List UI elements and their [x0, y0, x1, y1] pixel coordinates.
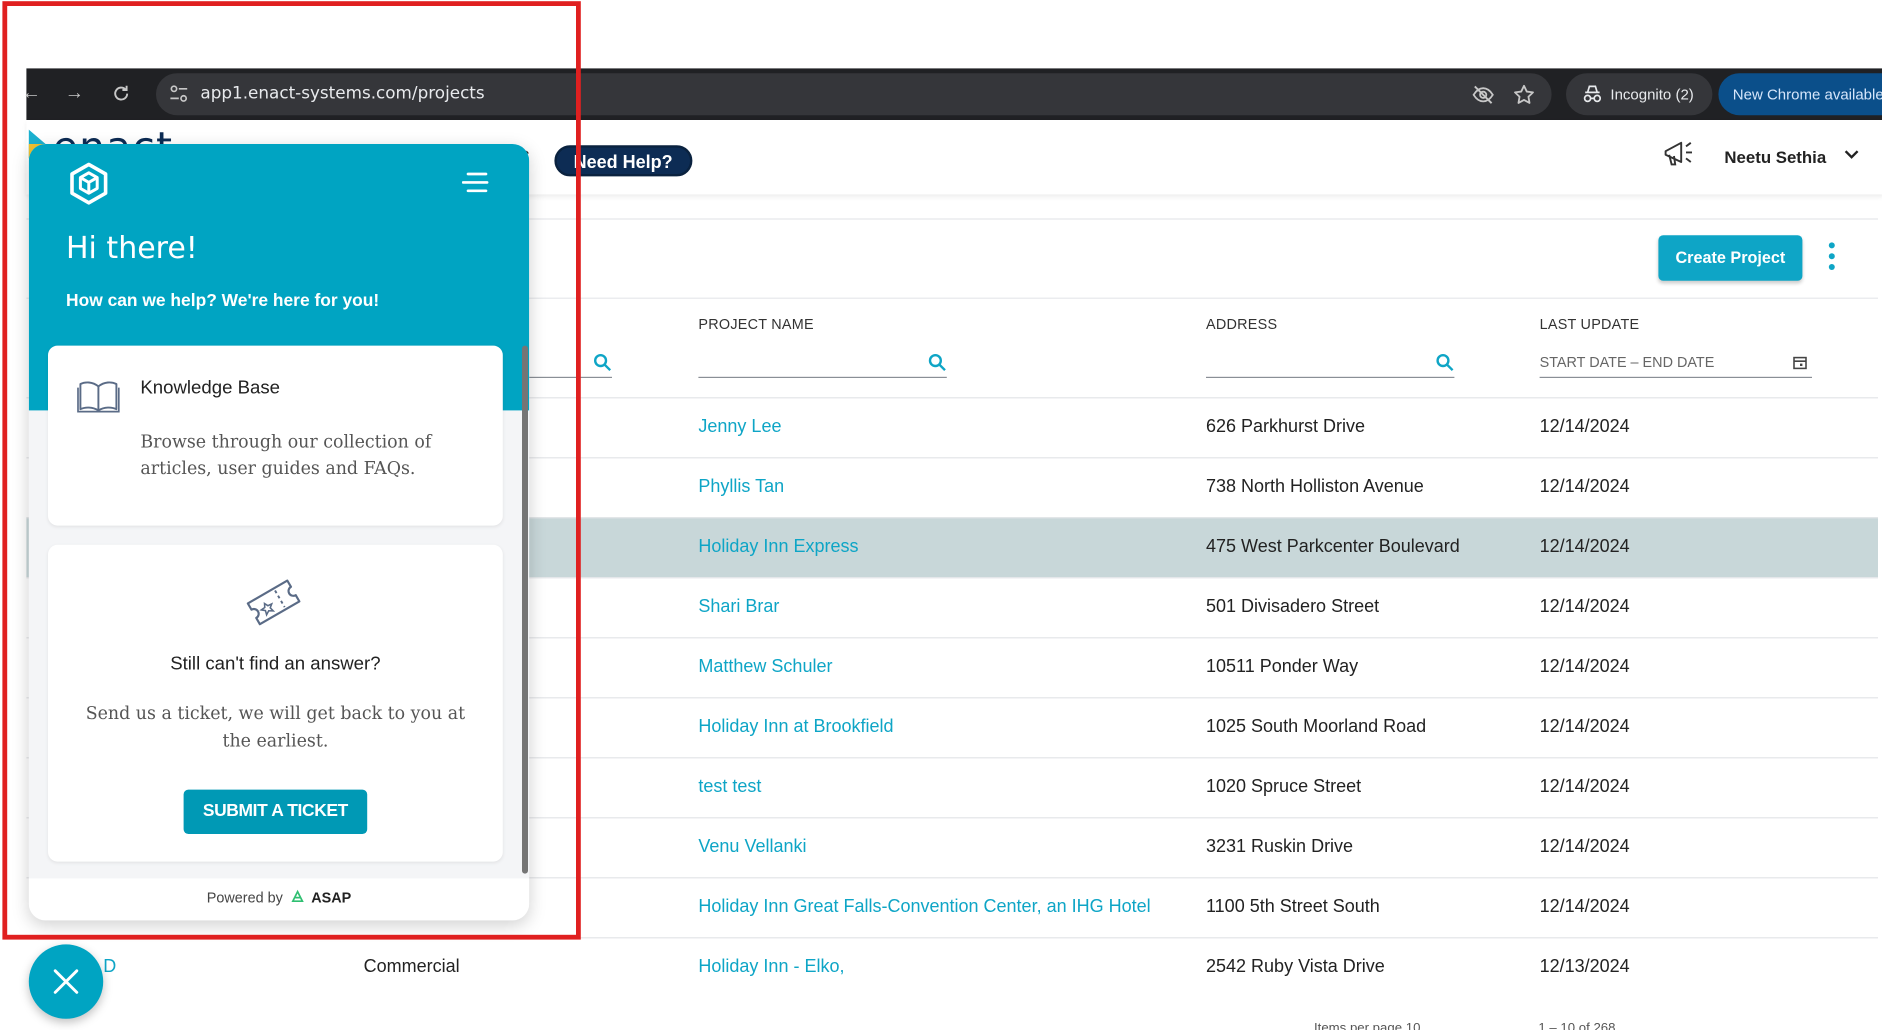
star-icon[interactable] — [1512, 83, 1536, 107]
reload-icon[interactable] — [109, 82, 133, 106]
last-update-cell: 12/14/2024 — [1539, 776, 1630, 797]
address-cell: 1025 South Moorland Road — [1206, 716, 1427, 737]
asap-brand[interactable]: ASAP — [311, 889, 351, 906]
site-settings-icon[interactable] — [168, 83, 190, 105]
last-update-cell: 12/14/2024 — [1539, 596, 1630, 617]
address-cell: 10511 Ponder Way — [1206, 656, 1359, 677]
back-icon[interactable]: ← — [19, 82, 43, 106]
address-bar[interactable]: app1.enact-systems.com/projects — [156, 73, 1552, 116]
book-icon — [77, 381, 120, 413]
project-name-link[interactable]: Holiday Inn Great Falls-Convention Cente… — [698, 896, 1150, 916]
help-widget-close-button[interactable] — [28, 944, 104, 1019]
create-project-button[interactable]: Create Project — [1658, 235, 1803, 281]
knowledge-base-title: Knowledge Base — [140, 378, 281, 399]
project-name-filter-input[interactable] — [698, 353, 947, 378]
project-name-link[interactable]: Venu Vellanki — [698, 836, 806, 856]
last-update-cell: 12/14/2024 — [1539, 416, 1630, 437]
help-subtitle: How can we help? We're here for you! — [66, 291, 380, 311]
calendar-icon[interactable] — [1793, 355, 1807, 370]
address-cell: 2542 Ruby Vista Drive — [1206, 956, 1385, 977]
project-name-link[interactable]: test test — [698, 776, 761, 796]
chevron-down-icon[interactable] — [1842, 145, 1861, 164]
items-per-page-label: Items per page 10 — [1314, 1021, 1421, 1030]
search-icon[interactable] — [593, 353, 612, 372]
project-name-link[interactable]: Shari Brar — [698, 596, 779, 616]
url-text[interactable]: app1.enact-systems.com/projects — [200, 84, 484, 103]
forward-icon[interactable]: → — [62, 82, 86, 106]
project-name-link[interactable]: Holiday Inn at Brookfield — [698, 716, 893, 736]
need-help-button[interactable]: Need Help? — [554, 145, 692, 177]
project-name-link[interactable]: Phyllis Tan — [698, 476, 784, 496]
date-range-placeholder: START DATE – END DATE — [1539, 354, 1715, 371]
project-name-link[interactable]: Matthew Schuler — [698, 656, 832, 676]
megaphone-icon[interactable] — [1661, 137, 1697, 171]
incognito-label: Incognito (2) — [1610, 86, 1694, 104]
date-range-filter-input[interactable]: START DATE – END DATE — [1539, 353, 1813, 378]
table-row[interactable]: D Commercial Holiday Inn - Elko, 2542 Ruby … — [26, 937, 1879, 997]
address-filter-input[interactable] — [1206, 353, 1455, 378]
address-cell: 1020 Spruce Street — [1206, 776, 1362, 797]
submit-ticket-button[interactable]: SUBMIT A TICKET — [183, 789, 368, 835]
ticket-card: Still can't find an answer? Send us a ti… — [48, 544, 503, 862]
knowledge-base-description: Browse through our collection of article… — [140, 433, 432, 479]
help-widget: Hi there! How can we help? We're here fo… — [28, 144, 530, 921]
project-name-link[interactable]: Holiday Inn Express — [698, 536, 858, 556]
address-cell: 501 Divisadero Street — [1206, 596, 1380, 617]
browser-toolbar: ← → app1.enact-systems.com/projects Inco… — [22, 68, 1882, 121]
project-name-link[interactable]: Jenny Lee — [698, 416, 781, 436]
ticket-icon — [246, 579, 301, 626]
last-update-cell: 12/13/2024 — [1539, 956, 1630, 977]
more-options-icon[interactable] — [1822, 242, 1841, 276]
type-filter-input[interactable] — [518, 353, 612, 378]
new-chrome-button[interactable]: New Chrome available — [1718, 73, 1882, 116]
close-icon — [53, 969, 79, 994]
column-header-address[interactable]: ADDRESS — [1206, 316, 1277, 333]
ticket-description: Send us a ticket, we will get back to yo… — [85, 704, 466, 752]
address-cell: 1100 5th Street South — [1206, 896, 1380, 917]
eye-off-icon[interactable] — [1471, 83, 1495, 107]
project-id-link[interactable]: D — [103, 956, 116, 976]
last-update-cell: 12/14/2024 — [1539, 716, 1630, 737]
user-name[interactable]: Neetu Sethia — [1724, 148, 1826, 167]
ticket-title: Still can't find an answer? — [170, 654, 381, 675]
address-cell: 475 West Parkcenter Boulevard — [1206, 536, 1460, 557]
incognito-icon — [1583, 85, 1602, 103]
help-widget-scrollbar[interactable] — [522, 345, 528, 874]
address-cell: 3231 Ruskin Drive — [1206, 836, 1354, 857]
knowledge-base-card[interactable]: Knowledge Base Browse through our collec… — [48, 345, 503, 526]
last-update-cell: 12/14/2024 — [1539, 896, 1630, 917]
incognito-badge[interactable]: Incognito (2) — [1566, 73, 1713, 116]
search-icon[interactable] — [1435, 353, 1454, 372]
powered-by-footer: Powered by ASAP — [28, 878, 530, 921]
last-update-cell: 12/14/2024 — [1539, 476, 1630, 497]
search-icon[interactable] — [928, 353, 947, 372]
project-type-cell: Commercial — [363, 956, 460, 977]
address-cell: 738 North Holliston Avenue — [1206, 476, 1424, 497]
address-cell: 626 Parkhurst Drive — [1206, 416, 1366, 437]
project-name-link[interactable]: Holiday Inn - Elko, — [698, 956, 844, 976]
asap-logo-icon — [291, 889, 304, 903]
last-update-cell: 12/14/2024 — [1539, 536, 1630, 557]
menu-icon[interactable] — [462, 170, 489, 194]
last-update-cell: 12/14/2024 — [1539, 836, 1630, 857]
cube-logo-icon — [70, 162, 108, 205]
powered-by-label: Powered by — [206, 889, 283, 907]
column-header-project-name[interactable]: PROJECT NAME — [698, 316, 813, 333]
last-update-cell: 12/14/2024 — [1539, 656, 1630, 677]
help-greeting: Hi there! — [66, 230, 198, 266]
pagination-range: 1 – 10 of 268 — [1538, 1021, 1616, 1030]
column-header-last-update[interactable]: LAST UPDATE — [1540, 316, 1640, 333]
